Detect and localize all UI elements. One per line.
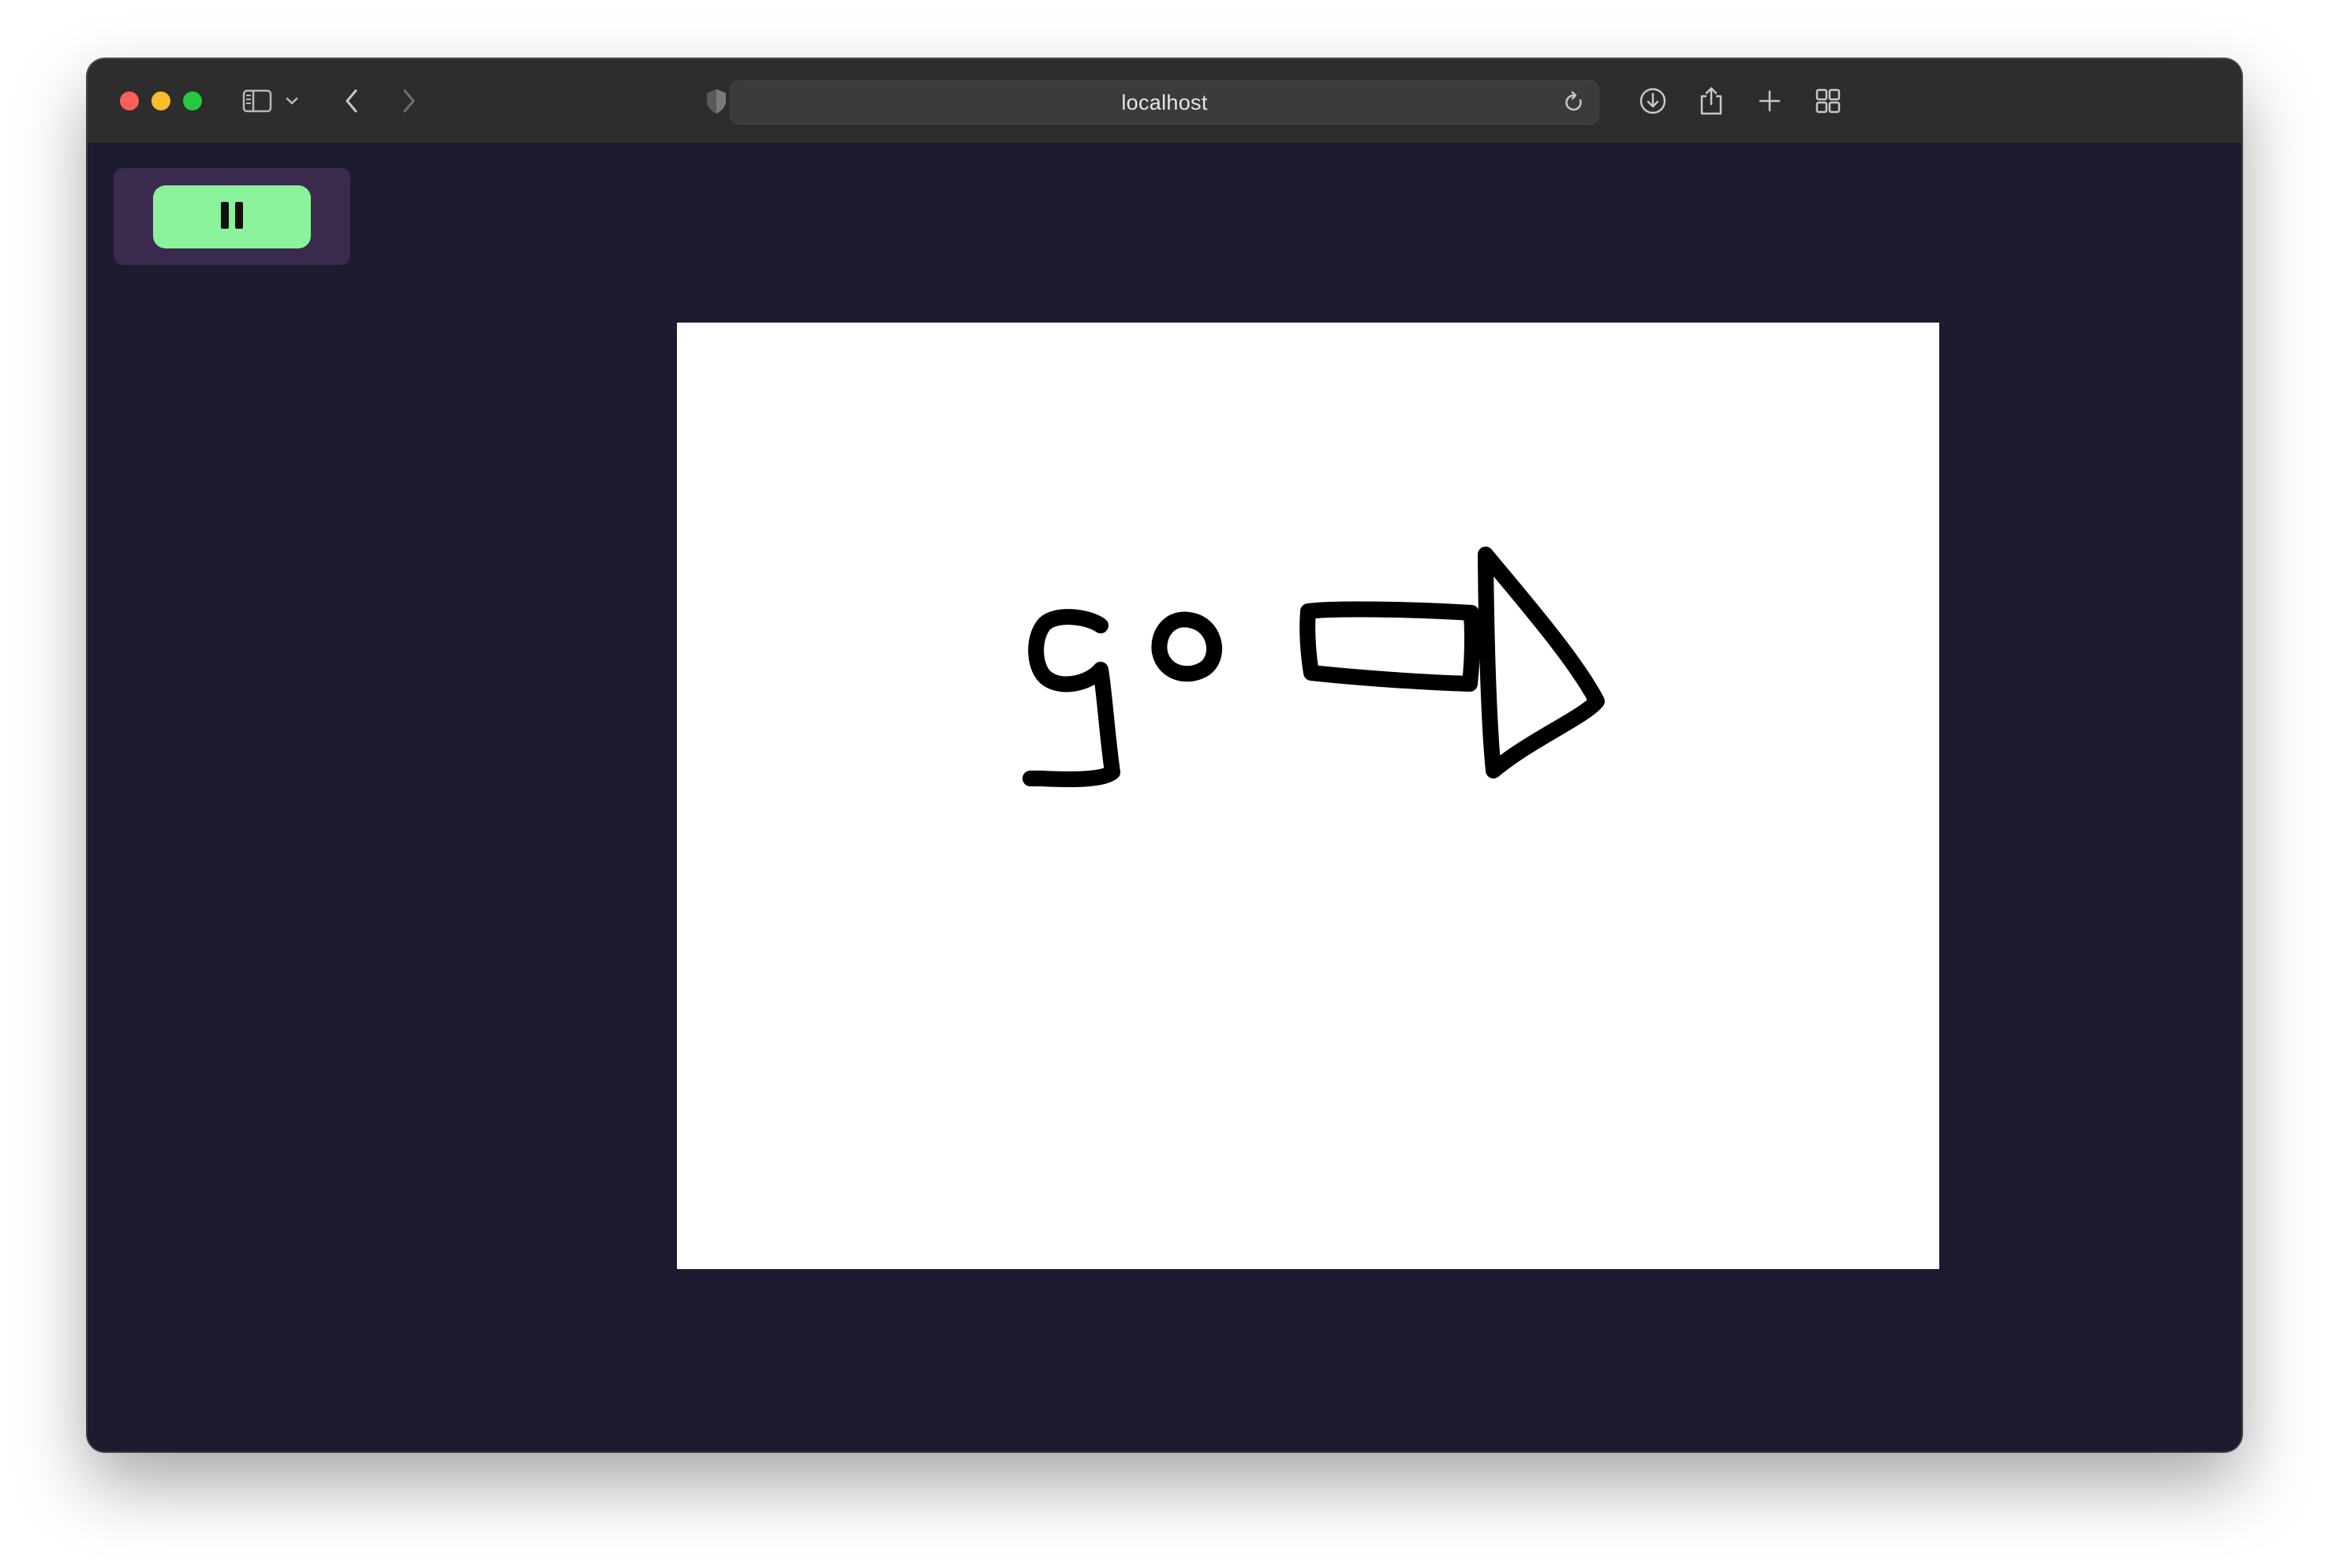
address-bar[interactable]: localhost xyxy=(730,80,1599,125)
sidebar-icon[interactable] xyxy=(239,83,275,119)
zoom-window-button[interactable] xyxy=(183,91,202,110)
chevron-down-icon[interactable] xyxy=(280,83,304,119)
page-content xyxy=(88,144,2241,1451)
share-icon[interactable] xyxy=(1693,83,1729,119)
stroke-rectangle xyxy=(1299,601,1481,692)
stroke-letter-o xyxy=(1151,611,1223,682)
pause-button[interactable] xyxy=(153,185,311,248)
drawing-canvas[interactable] xyxy=(677,323,1939,1269)
url-text[interactable]: localhost xyxy=(731,81,1598,124)
chevron-right-icon[interactable] xyxy=(391,83,427,119)
reload-icon[interactable] xyxy=(1556,84,1592,121)
browser-toolbar: localhost xyxy=(88,59,2241,144)
chevron-left-icon[interactable] xyxy=(334,83,370,119)
pause-icon xyxy=(218,200,246,235)
control-panel xyxy=(114,168,350,265)
stroke-letter-g xyxy=(1022,609,1120,788)
sketch-strokes xyxy=(1022,547,1605,788)
download-icon[interactable] xyxy=(1635,83,1671,119)
plus-icon[interactable] xyxy=(1751,83,1788,119)
stroke-triangle xyxy=(1478,547,1605,778)
browser-window: localhost xyxy=(88,59,2241,1451)
minimize-window-button[interactable] xyxy=(151,91,170,110)
tab-overview-icon[interactable] xyxy=(1810,83,1846,119)
close-window-button[interactable] xyxy=(120,91,139,110)
